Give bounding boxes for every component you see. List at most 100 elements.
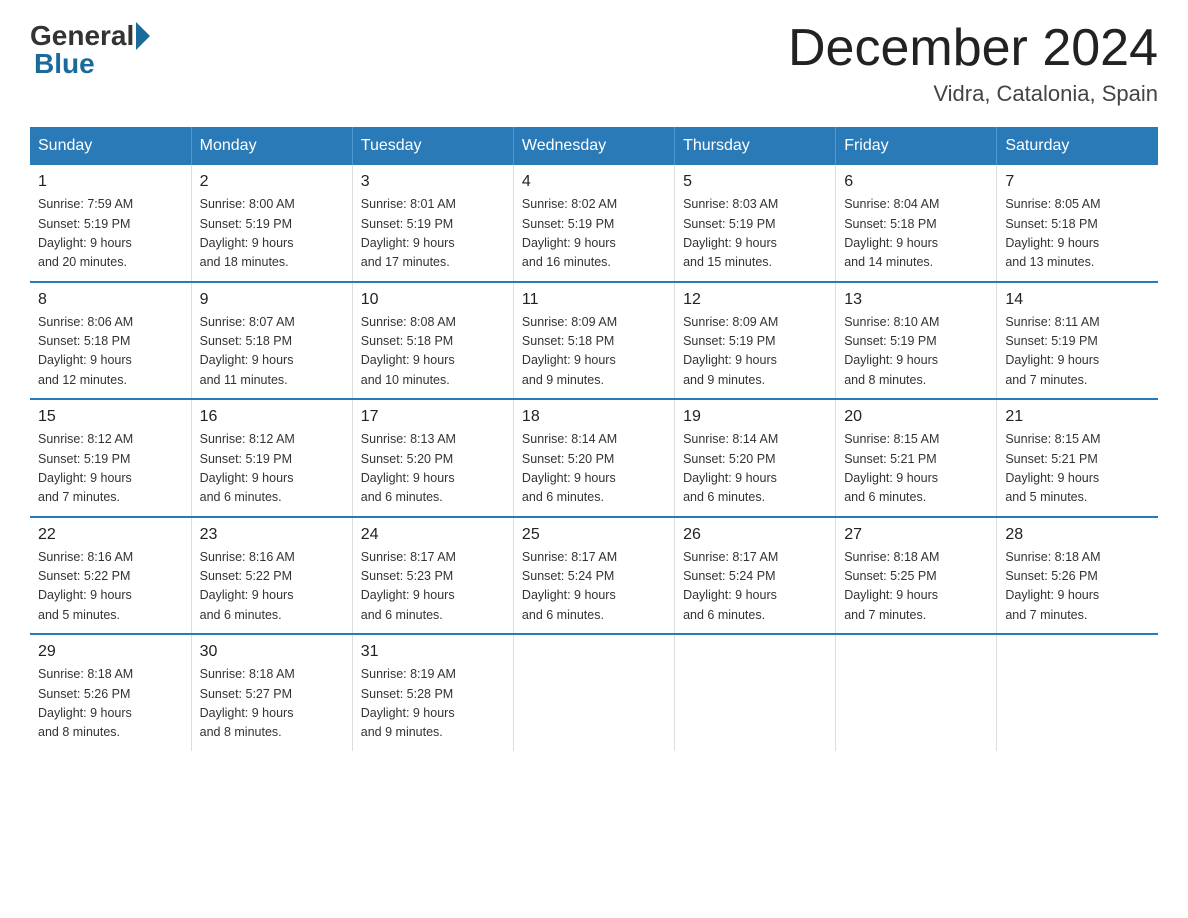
day-number: 15 <box>38 408 183 426</box>
day-cell: 24 Sunrise: 8:17 AM Sunset: 5:23 PM Dayl… <box>352 517 513 635</box>
weekday-header-monday: Monday <box>191 127 352 165</box>
week-row-5: 29 Sunrise: 8:18 AM Sunset: 5:26 PM Dayl… <box>30 634 1158 751</box>
day-info: Sunrise: 8:16 AM Sunset: 5:22 PM Dayligh… <box>200 548 344 626</box>
day-number: 8 <box>38 291 183 309</box>
day-number: 24 <box>361 526 505 544</box>
day-cell: 2 Sunrise: 8:00 AM Sunset: 5:19 PM Dayli… <box>191 165 352 282</box>
day-number: 31 <box>361 643 505 661</box>
day-number: 18 <box>522 408 666 426</box>
day-cell: 20 Sunrise: 8:15 AM Sunset: 5:21 PM Dayl… <box>836 399 997 517</box>
day-cell: 21 Sunrise: 8:15 AM Sunset: 5:21 PM Dayl… <box>997 399 1158 517</box>
day-number: 13 <box>844 291 988 309</box>
day-cell: 23 Sunrise: 8:16 AM Sunset: 5:22 PM Dayl… <box>191 517 352 635</box>
day-number: 2 <box>200 173 344 191</box>
day-cell: 17 Sunrise: 8:13 AM Sunset: 5:20 PM Dayl… <box>352 399 513 517</box>
day-info: Sunrise: 8:09 AM Sunset: 5:18 PM Dayligh… <box>522 313 666 391</box>
day-number: 25 <box>522 526 666 544</box>
page-header: General Blue December 2024 Vidra, Catalo… <box>30 20 1158 107</box>
weekday-header-wednesday: Wednesday <box>513 127 674 165</box>
day-info: Sunrise: 8:12 AM Sunset: 5:19 PM Dayligh… <box>38 430 183 508</box>
day-info: Sunrise: 8:02 AM Sunset: 5:19 PM Dayligh… <box>522 195 666 273</box>
day-info: Sunrise: 8:18 AM Sunset: 5:26 PM Dayligh… <box>38 665 183 743</box>
day-info: Sunrise: 8:04 AM Sunset: 5:18 PM Dayligh… <box>844 195 988 273</box>
day-cell <box>836 634 997 751</box>
day-number: 3 <box>361 173 505 191</box>
weekday-header-saturday: Saturday <box>997 127 1158 165</box>
day-info: Sunrise: 8:19 AM Sunset: 5:28 PM Dayligh… <box>361 665 505 743</box>
week-row-1: 1 Sunrise: 7:59 AM Sunset: 5:19 PM Dayli… <box>30 165 1158 282</box>
day-info: Sunrise: 8:17 AM Sunset: 5:23 PM Dayligh… <box>361 548 505 626</box>
day-number: 16 <box>200 408 344 426</box>
day-cell: 29 Sunrise: 8:18 AM Sunset: 5:26 PM Dayl… <box>30 634 191 751</box>
day-info: Sunrise: 8:12 AM Sunset: 5:19 PM Dayligh… <box>200 430 344 508</box>
day-cell: 4 Sunrise: 8:02 AM Sunset: 5:19 PM Dayli… <box>513 165 674 282</box>
month-title: December 2024 <box>788 20 1158 77</box>
day-cell <box>513 634 674 751</box>
day-info: Sunrise: 8:00 AM Sunset: 5:19 PM Dayligh… <box>200 195 344 273</box>
day-info: Sunrise: 8:13 AM Sunset: 5:20 PM Dayligh… <box>361 430 505 508</box>
weekday-header-row: SundayMondayTuesdayWednesdayThursdayFrid… <box>30 127 1158 165</box>
day-cell: 27 Sunrise: 8:18 AM Sunset: 5:25 PM Dayl… <box>836 517 997 635</box>
day-cell: 22 Sunrise: 8:16 AM Sunset: 5:22 PM Dayl… <box>30 517 191 635</box>
day-cell: 11 Sunrise: 8:09 AM Sunset: 5:18 PM Dayl… <box>513 282 674 400</box>
day-cell: 14 Sunrise: 8:11 AM Sunset: 5:19 PM Dayl… <box>997 282 1158 400</box>
day-info: Sunrise: 8:05 AM Sunset: 5:18 PM Dayligh… <box>1005 195 1150 273</box>
day-cell: 5 Sunrise: 8:03 AM Sunset: 5:19 PM Dayli… <box>675 165 836 282</box>
day-cell: 18 Sunrise: 8:14 AM Sunset: 5:20 PM Dayl… <box>513 399 674 517</box>
calendar-table: SundayMondayTuesdayWednesdayThursdayFrid… <box>30 127 1158 751</box>
day-number: 29 <box>38 643 183 661</box>
week-row-2: 8 Sunrise: 8:06 AM Sunset: 5:18 PM Dayli… <box>30 282 1158 400</box>
logo-blue-text: Blue <box>34 48 95 79</box>
day-cell <box>997 634 1158 751</box>
day-number: 11 <box>522 291 666 309</box>
weekday-header-friday: Friday <box>836 127 997 165</box>
day-info: Sunrise: 8:06 AM Sunset: 5:18 PM Dayligh… <box>38 313 183 391</box>
day-info: Sunrise: 8:15 AM Sunset: 5:21 PM Dayligh… <box>844 430 988 508</box>
title-section: December 2024 Vidra, Catalonia, Spain <box>788 20 1158 107</box>
day-cell: 16 Sunrise: 8:12 AM Sunset: 5:19 PM Dayl… <box>191 399 352 517</box>
day-cell: 28 Sunrise: 8:18 AM Sunset: 5:26 PM Dayl… <box>997 517 1158 635</box>
day-cell: 25 Sunrise: 8:17 AM Sunset: 5:24 PM Dayl… <box>513 517 674 635</box>
day-cell: 26 Sunrise: 8:17 AM Sunset: 5:24 PM Dayl… <box>675 517 836 635</box>
day-number: 22 <box>38 526 183 544</box>
day-info: Sunrise: 8:18 AM Sunset: 5:27 PM Dayligh… <box>200 665 344 743</box>
day-info: Sunrise: 8:14 AM Sunset: 5:20 PM Dayligh… <box>683 430 827 508</box>
day-info: Sunrise: 8:09 AM Sunset: 5:19 PM Dayligh… <box>683 313 827 391</box>
day-number: 20 <box>844 408 988 426</box>
day-cell <box>675 634 836 751</box>
day-info: Sunrise: 8:10 AM Sunset: 5:19 PM Dayligh… <box>844 313 988 391</box>
day-info: Sunrise: 8:15 AM Sunset: 5:21 PM Dayligh… <box>1005 430 1150 508</box>
day-number: 5 <box>683 173 827 191</box>
day-info: Sunrise: 8:03 AM Sunset: 5:19 PM Dayligh… <box>683 195 827 273</box>
day-number: 19 <box>683 408 827 426</box>
day-info: Sunrise: 8:08 AM Sunset: 5:18 PM Dayligh… <box>361 313 505 391</box>
day-cell: 13 Sunrise: 8:10 AM Sunset: 5:19 PM Dayl… <box>836 282 997 400</box>
day-info: Sunrise: 8:07 AM Sunset: 5:18 PM Dayligh… <box>200 313 344 391</box>
day-cell: 31 Sunrise: 8:19 AM Sunset: 5:28 PM Dayl… <box>352 634 513 751</box>
day-cell: 30 Sunrise: 8:18 AM Sunset: 5:27 PM Dayl… <box>191 634 352 751</box>
logo-triangle-icon <box>136 22 150 50</box>
day-number: 23 <box>200 526 344 544</box>
day-info: Sunrise: 8:16 AM Sunset: 5:22 PM Dayligh… <box>38 548 183 626</box>
day-number: 26 <box>683 526 827 544</box>
day-info: Sunrise: 8:17 AM Sunset: 5:24 PM Dayligh… <box>522 548 666 626</box>
day-info: Sunrise: 8:17 AM Sunset: 5:24 PM Dayligh… <box>683 548 827 626</box>
day-info: Sunrise: 8:18 AM Sunset: 5:26 PM Dayligh… <box>1005 548 1150 626</box>
weekday-header-thursday: Thursday <box>675 127 836 165</box>
day-number: 4 <box>522 173 666 191</box>
day-cell: 19 Sunrise: 8:14 AM Sunset: 5:20 PM Dayl… <box>675 399 836 517</box>
day-number: 14 <box>1005 291 1150 309</box>
day-number: 10 <box>361 291 505 309</box>
location-subtitle: Vidra, Catalonia, Spain <box>788 81 1158 107</box>
day-number: 9 <box>200 291 344 309</box>
week-row-3: 15 Sunrise: 8:12 AM Sunset: 5:19 PM Dayl… <box>30 399 1158 517</box>
day-info: Sunrise: 8:01 AM Sunset: 5:19 PM Dayligh… <box>361 195 505 273</box>
day-info: Sunrise: 8:14 AM Sunset: 5:20 PM Dayligh… <box>522 430 666 508</box>
day-number: 21 <box>1005 408 1150 426</box>
week-row-4: 22 Sunrise: 8:16 AM Sunset: 5:22 PM Dayl… <box>30 517 1158 635</box>
day-number: 1 <box>38 173 183 191</box>
day-info: Sunrise: 8:18 AM Sunset: 5:25 PM Dayligh… <box>844 548 988 626</box>
day-number: 12 <box>683 291 827 309</box>
day-cell: 12 Sunrise: 8:09 AM Sunset: 5:19 PM Dayl… <box>675 282 836 400</box>
day-number: 27 <box>844 526 988 544</box>
